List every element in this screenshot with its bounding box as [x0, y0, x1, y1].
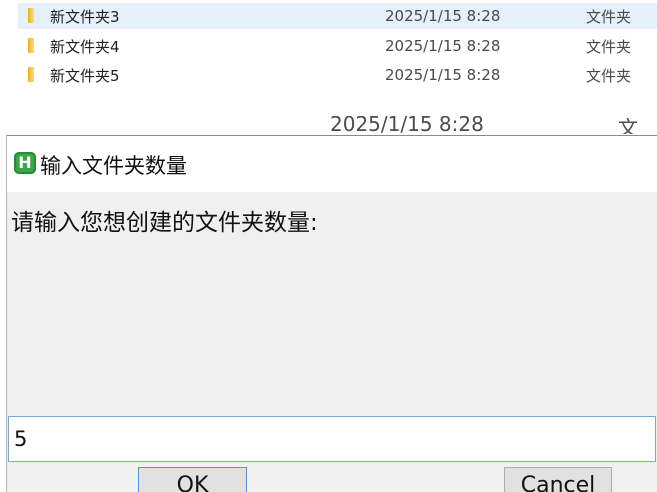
folder-icon	[28, 67, 34, 82]
folder-icon	[28, 38, 34, 53]
app-icon: H	[14, 152, 36, 174]
file-row-1[interactable]: 新文件夹3 2025/1/15 8:28 文件夹	[18, 3, 657, 29]
file-type: 文件夹	[586, 66, 632, 85]
screen: 新文件夹3 2025/1/15 8:28 文件夹 新文件夹4 2025/1/15…	[0, 0, 657, 492]
partial-file-date: 2025/1/15 8:28	[330, 116, 484, 134]
folder-icon	[28, 8, 34, 23]
file-type: 文件夹	[586, 37, 632, 56]
dialog-titlebar[interactable]: H 输入文件夹数量	[7, 136, 657, 192]
prompt-label: 请输入您想创建的文件夹数量:	[11, 210, 318, 236]
input-dialog: H 输入文件夹数量 请输入您想创建的文件夹数量: OK Cancel	[6, 135, 657, 492]
file-type: 文件夹	[586, 7, 632, 26]
partial-file-type: 文件夹	[618, 116, 638, 134]
file-name: 新文件夹3	[50, 7, 120, 26]
file-date: 2025/1/15 8:28	[385, 66, 501, 84]
file-list: 新文件夹3 2025/1/15 8:28 文件夹 新文件夹4 2025/1/15…	[0, 0, 657, 135]
file-row-3[interactable]: 新文件夹5 2025/1/15 8:28 文件夹	[18, 62, 657, 88]
file-date: 2025/1/15 8:28	[385, 37, 501, 55]
file-date: 2025/1/15 8:28	[385, 7, 501, 25]
folder-count-input[interactable]	[8, 416, 656, 462]
file-row-2[interactable]: 新文件夹4 2025/1/15 8:28 文件夹	[18, 33, 657, 59]
file-name: 新文件夹5	[50, 66, 120, 85]
partial-file-row: 2025/1/15 8:28 文件夹	[0, 116, 657, 134]
cancel-button[interactable]: Cancel	[504, 467, 612, 492]
file-name: 新文件夹4	[50, 37, 120, 56]
dialog-title: 输入文件夹数量	[40, 154, 187, 178]
ok-button[interactable]: OK	[138, 467, 247, 492]
